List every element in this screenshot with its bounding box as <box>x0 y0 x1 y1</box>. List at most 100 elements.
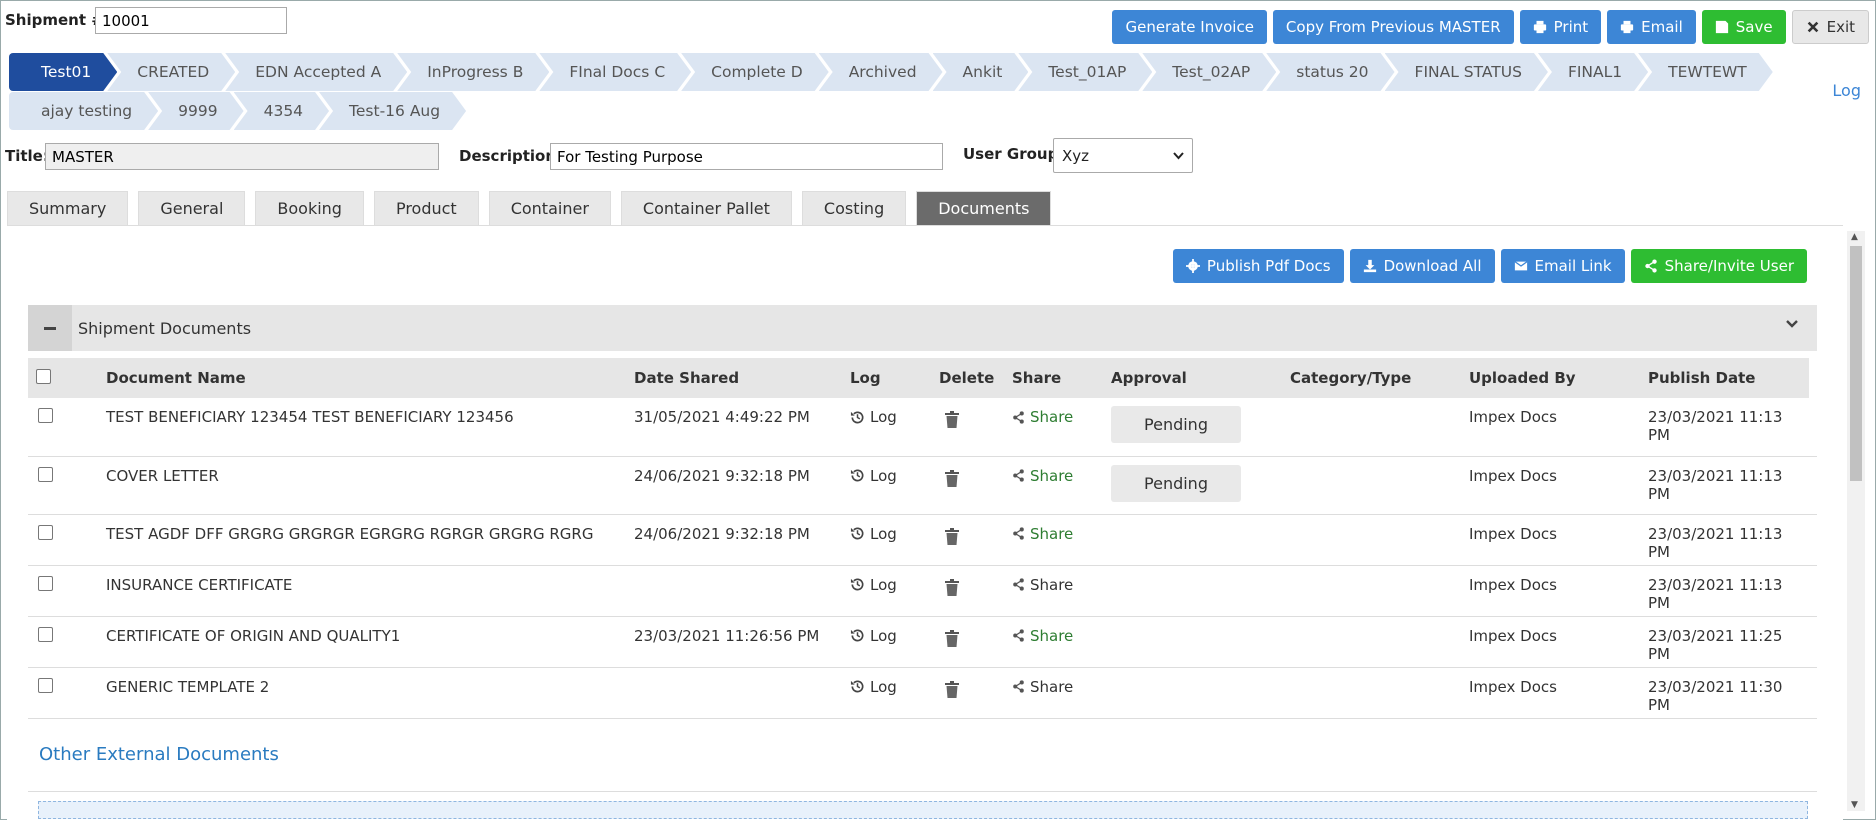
share-invite-user-button[interactable]: Share/Invite User <box>1630 249 1807 283</box>
status-chip[interactable]: Archived <box>819 53 943 91</box>
log-link[interactable]: Log <box>850 678 897 696</box>
row-checkbox[interactable] <box>38 626 53 642</box>
copy-previous-master-button[interactable]: Copy From Previous MASTER <box>1272 10 1514 44</box>
chevron-down-icon[interactable] <box>1785 319 1799 329</box>
scroll-thumb[interactable] <box>1850 246 1862 481</box>
approval-pending-button[interactable]: Pending <box>1111 406 1241 443</box>
tab-container-pallet[interactable]: Container Pallet <box>620 191 792 225</box>
delete-cell <box>931 456 1004 515</box>
tab-container[interactable]: Container <box>488 191 611 225</box>
document-name[interactable]: INSURANCE CERTIFICATE <box>98 565 626 617</box>
email-link-button[interactable]: Email Link <box>1500 249 1625 283</box>
save-label: Save <box>1735 18 1773 36</box>
tab-product[interactable]: Product <box>373 191 479 225</box>
document-name[interactable]: GENERIC TEMPLATE 2 <box>98 667 626 719</box>
share-cell: Share <box>1004 667 1103 719</box>
upload-drop-zone[interactable] <box>38 801 1808 819</box>
trash-icon[interactable] <box>945 527 959 545</box>
document-name[interactable]: TEST AGDF DFF GRGRG GRGRGR EGRGRG RGRGR … <box>98 514 626 566</box>
status-chip[interactable]: Ankit <box>933 53 1029 91</box>
share-link[interactable]: Share <box>1012 678 1073 696</box>
tab-general[interactable]: General <box>138 191 246 225</box>
documents-actions: Publish Pdf Docs Download All Email Link… <box>1172 249 1807 283</box>
status-chip[interactable]: TEWTEWT <box>1638 53 1773 91</box>
exit-button[interactable]: Exit <box>1791 10 1869 44</box>
save-button[interactable]: Save <box>1701 10 1786 44</box>
status-chip[interactable]: InProgress B <box>397 53 549 91</box>
status-chip[interactable]: 9999 <box>148 92 243 130</box>
log-link[interactable]: Log <box>850 576 897 594</box>
share-label: Share <box>1030 466 1074 485</box>
column-header[interactable]: Publish Date <box>1640 358 1809 398</box>
scroll-down-icon[interactable]: ▼ <box>1851 800 1858 810</box>
trash-icon[interactable] <box>945 411 959 428</box>
row-checkbox[interactable] <box>38 677 53 693</box>
tab-summary[interactable]: Summary <box>7 191 129 225</box>
log-link[interactable]: Log <box>850 467 897 485</box>
status-chip[interactable]: Test_01AP <box>1018 53 1152 91</box>
tab-costing[interactable]: Costing <box>801 191 907 225</box>
log-link[interactable]: Log <box>850 408 897 426</box>
status-chip[interactable]: Test-16 Aug <box>319 92 466 130</box>
approval-cell <box>1103 565 1282 617</box>
trash-icon[interactable] <box>945 469 959 487</box>
status-chip[interactable]: Complete D <box>681 53 829 91</box>
trash-icon[interactable] <box>945 680 959 698</box>
title-label: Title: <box>5 147 49 165</box>
select-all-checkbox[interactable] <box>36 368 51 384</box>
status-chip[interactable]: ajay testing <box>9 92 158 130</box>
approval-cell: Pending <box>1103 456 1282 515</box>
status-chip[interactable]: 4354 <box>234 92 329 130</box>
column-header[interactable]: Uploaded By <box>1461 358 1640 398</box>
share-link[interactable]: Share <box>1012 627 1073 645</box>
status-chip[interactable]: FINAL STATUS <box>1385 53 1548 91</box>
panel-scrollbar[interactable]: ▲ ▼ <box>1847 231 1865 811</box>
download-all-button[interactable]: Download All <box>1349 249 1495 283</box>
log-link[interactable]: Log <box>850 627 897 645</box>
share-link[interactable]: Share <box>1012 576 1073 594</box>
status-chip[interactable]: EDN Accepted A <box>225 53 407 91</box>
status-chip[interactable]: status 20 <box>1266 53 1394 91</box>
row-checkbox[interactable] <box>38 575 53 591</box>
column-header[interactable]: Document Name <box>98 358 626 398</box>
row-checkbox[interactable] <box>38 524 53 540</box>
document-name[interactable]: CERTIFICATE OF ORIGIN AND QUALITY1 <box>98 616 626 668</box>
share-link[interactable]: Share <box>1012 467 1073 485</box>
column-header: Delete <box>931 358 1004 398</box>
shipment-number-input[interactable] <box>95 7 287 34</box>
status-chip[interactable]: CREATED <box>107 53 235 91</box>
document-name[interactable]: TEST BENEFICIARY 123454 TEST BENEFICIARY… <box>98 398 626 457</box>
print-button[interactable]: Print <box>1519 10 1602 44</box>
status-chip[interactable]: Test01 <box>9 53 117 91</box>
column-header[interactable]: Date Shared <box>626 358 842 398</box>
column-header[interactable]: Category/Type <box>1282 358 1461 398</box>
row-checkbox[interactable] <box>38 466 53 482</box>
collapse-toggle[interactable] <box>28 305 72 351</box>
status-chip[interactable]: FINAL1 <box>1538 53 1648 91</box>
publish-pdf-docs-button[interactable]: Publish Pdf Docs <box>1172 249 1344 283</box>
log-link[interactable]: Log <box>850 525 897 543</box>
approval-pending-button[interactable]: Pending <box>1111 464 1241 502</box>
email-button[interactable]: Email <box>1607 10 1696 44</box>
tab-documents[interactable]: Documents <box>916 191 1052 225</box>
status-log-link[interactable]: Log <box>1832 81 1861 100</box>
category-type <box>1282 398 1461 457</box>
user-group-select[interactable]: Xyz <box>1053 138 1193 173</box>
share-link[interactable]: Share <box>1012 408 1073 426</box>
share-label: Share <box>1030 575 1074 594</box>
status-chip[interactable]: FInal Docs C <box>539 53 691 91</box>
row-checkbox[interactable] <box>38 408 53 423</box>
publish-date: 23/03/2021 11:13 PM <box>1640 456 1809 515</box>
description-input[interactable] <box>550 143 943 170</box>
status-chip[interactable]: Test_02AP <box>1142 53 1276 91</box>
trash-icon[interactable] <box>945 629 959 647</box>
scroll-up-icon[interactable]: ▲ <box>1851 232 1858 242</box>
tab-booking[interactable]: Booking <box>255 191 364 225</box>
share-link[interactable]: Share <box>1012 525 1073 543</box>
history-icon <box>850 527 864 540</box>
shipment-documents-header[interactable]: Shipment Documents <box>28 305 1817 351</box>
trash-icon[interactable] <box>945 578 959 596</box>
generate-invoice-button[interactable]: Generate Invoice <box>1112 10 1267 44</box>
title-input[interactable] <box>45 143 439 170</box>
document-name[interactable]: COVER LETTER <box>98 456 626 515</box>
